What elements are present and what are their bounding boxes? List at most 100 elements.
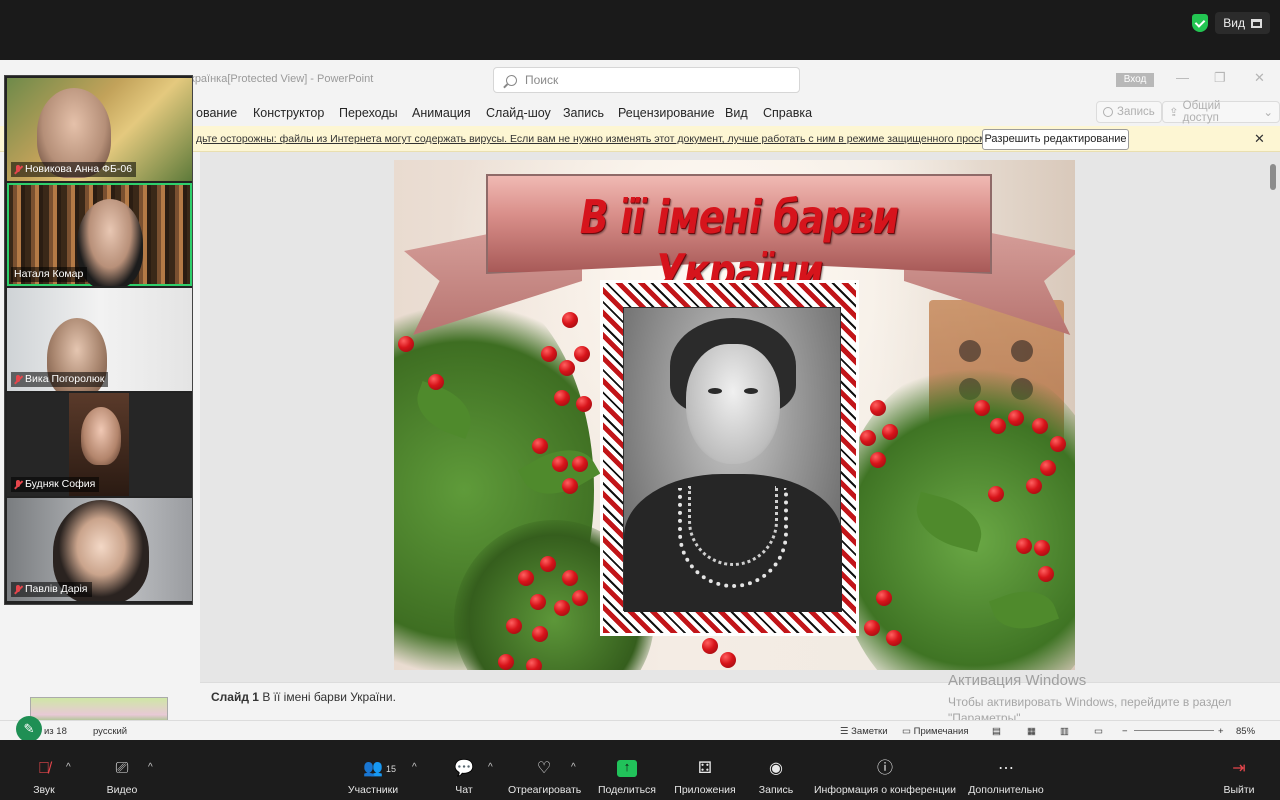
more-icon: ⋯ — [998, 760, 1014, 777]
record-button[interactable]: Запись — [1096, 101, 1162, 123]
share-screen-icon — [617, 759, 637, 777]
slide-count: из 18 — [44, 726, 67, 737]
zoom-slider[interactable] — [1134, 730, 1214, 731]
reading-view-icon[interactable]: ▥ — [1060, 726, 1069, 737]
chevron-up-icon[interactable]: ^ — [571, 762, 576, 773]
audio-button[interactable]: 🎙̸ Звук — [22, 740, 66, 800]
share-label: Поделиться — [598, 784, 656, 796]
zoom-in-icon[interactable]: + — [1218, 726, 1224, 737]
tab-transitions[interactable]: Переходы — [339, 106, 398, 120]
participant-tile[interactable]: Будняк София — [7, 393, 192, 496]
comments-label: Примечания — [913, 726, 969, 737]
login-button[interactable]: Вход — [1116, 73, 1154, 87]
zoom-top-bar: Вид — [0, 0, 1280, 60]
heart-icon: ♡ — [536, 760, 552, 777]
participant-tile[interactable]: Новикова Анна ФБ-06 — [7, 78, 192, 181]
embroidered-frame — [600, 280, 859, 636]
notes-icon: ☰ — [840, 726, 849, 737]
screen: Вид країнка[Protected View] - PowerPoint… — [0, 0, 1280, 800]
tab-design-partial[interactable]: ование — [196, 106, 237, 120]
participant-tile[interactable]: Павлів Дарія — [7, 498, 192, 601]
chat-icon: 💬 — [454, 760, 474, 777]
tab-view[interactable]: Вид — [725, 106, 748, 120]
slide-sorter-icon[interactable]: ▦ — [1027, 726, 1036, 737]
minimize-icon[interactable]: — — [1176, 70, 1189, 85]
participant-name-tag: Павлів Дарія — [11, 582, 92, 597]
chevron-down-icon: ⌄ — [1263, 107, 1273, 119]
search-placeholder: Поиск — [525, 73, 559, 87]
zoom-level[interactable]: 85% — [1236, 726, 1255, 737]
tab-animation[interactable]: Анимация — [412, 106, 471, 120]
vertical-scrollbar[interactable] — [1268, 152, 1278, 682]
record-label: Запись — [1117, 106, 1155, 118]
participant-name-tag: Будняк София — [11, 477, 100, 492]
mic-muted-icon: 🎙̸ — [38, 760, 50, 777]
record-icon — [1103, 107, 1113, 117]
window-title: країнка[Protected View] - PowerPoint — [190, 73, 374, 85]
participant-tile[interactable]: Вика Погоролюк — [7, 288, 192, 391]
chevron-up-icon[interactable]: ^ — [488, 762, 493, 773]
scrollbar-thumb[interactable] — [1270, 164, 1276, 190]
participant-gallery: Новикова Анна ФБ-06 Наталя Комар Вика По… — [4, 75, 193, 605]
mic-muted-icon — [14, 584, 22, 595]
normal-view-icon[interactable]: ▤ — [992, 726, 1001, 737]
activation-watermark-title: Активация Windows — [948, 672, 1087, 689]
encryption-shield-icon[interactable] — [1192, 14, 1208, 32]
notes-label: Заметки — [851, 726, 888, 737]
more-button[interactable]: ⋯ Дополнительно — [966, 740, 1046, 800]
annotate-pen-icon[interactable]: ✎ — [16, 716, 42, 742]
info-icon: ⓘ — [876, 760, 893, 777]
search-input[interactable]: Поиск — [493, 67, 800, 93]
share-screen-button[interactable]: Поделиться — [598, 740, 656, 800]
mic-muted-icon — [14, 374, 22, 385]
view-button[interactable]: Вид — [1215, 12, 1270, 34]
language[interactable]: русский — [93, 726, 127, 737]
apps-button[interactable]: ⚃ Приложения — [673, 740, 737, 800]
participant-name-tag: Новикова Анна ФБ-06 — [11, 162, 137, 177]
leave-button[interactable]: ⇥ Выйти — [1222, 740, 1256, 800]
comments-button[interactable]: ▭ Примечания — [902, 726, 968, 737]
enable-editing-button[interactable]: Разрешить редактирование — [982, 129, 1129, 150]
tab-record[interactable]: Запись — [563, 106, 604, 120]
chevron-up-icon[interactable]: ^ — [412, 762, 417, 773]
mic-muted-icon — [14, 164, 22, 175]
chevron-up-icon[interactable]: ^ — [66, 762, 71, 773]
chat-button[interactable]: 💬 Чат — [448, 740, 480, 800]
meeting-info-button[interactable]: ⓘ Информация о конференции — [814, 740, 956, 800]
react-label: Отреагировать — [508, 784, 582, 796]
participant-name: Павлів Дарія — [25, 583, 88, 595]
maximize-icon[interactable]: ❐ — [1214, 70, 1226, 86]
slideshow-icon[interactable]: ▭ — [1094, 726, 1103, 737]
zoom-out-icon[interactable]: − — [1122, 726, 1128, 737]
more-label: Дополнительно — [968, 784, 1044, 796]
audio-label: Звук — [33, 784, 55, 796]
close-window-icon[interactable]: ✕ — [1254, 70, 1265, 86]
status-bar: из 18 русский ☰ Заметки ▭ Примечания ▤ ▦… — [0, 720, 1280, 740]
notes-button[interactable]: ☰ Заметки — [840, 726, 888, 737]
tab-help[interactable]: Справка — [763, 106, 812, 120]
participant-name: Вика Погоролюк — [25, 373, 105, 385]
record-meeting-button[interactable]: ◉ Запись — [756, 740, 796, 800]
participant-name-tag: Вика Погоролюк — [11, 372, 109, 387]
close-icon[interactable]: ✕ — [1254, 131, 1265, 147]
share-button[interactable]: ⇪ Общий доступ ⌄ — [1162, 100, 1280, 124]
chevron-up-icon[interactable]: ^ — [148, 762, 153, 773]
protected-view-message: дьте осторожны: файлы из Интернета могут… — [196, 133, 1012, 145]
participant-tile-active-speaker[interactable]: Наталя Комар — [7, 183, 192, 286]
notes-text: В її імені барви України. — [262, 690, 396, 704]
slide-canvas[interactable]: В її імені барви України — [394, 160, 1075, 670]
tab-review[interactable]: Рецензирование — [618, 106, 715, 120]
record-meeting-label: Запись — [758, 784, 794, 796]
meeting-info-label: Информация о конференции — [814, 784, 957, 796]
tab-slideshow[interactable]: Слайд-шоу — [486, 106, 551, 120]
tab-constructor[interactable]: Конструктор — [253, 106, 324, 120]
portrait-photo[interactable] — [623, 307, 842, 612]
leave-label: Выйти — [1223, 784, 1255, 796]
video-label: Видео — [106, 784, 138, 796]
share-icon: ⇪ — [1169, 107, 1179, 119]
participant-name-tag: Наталя Комар — [11, 267, 88, 282]
video-button[interactable]: ⎚ Видео — [100, 740, 144, 800]
apps-label: Приложения — [674, 784, 736, 796]
react-button[interactable]: ♡ Отреагировать — [508, 740, 582, 800]
mic-muted-icon — [14, 479, 22, 490]
